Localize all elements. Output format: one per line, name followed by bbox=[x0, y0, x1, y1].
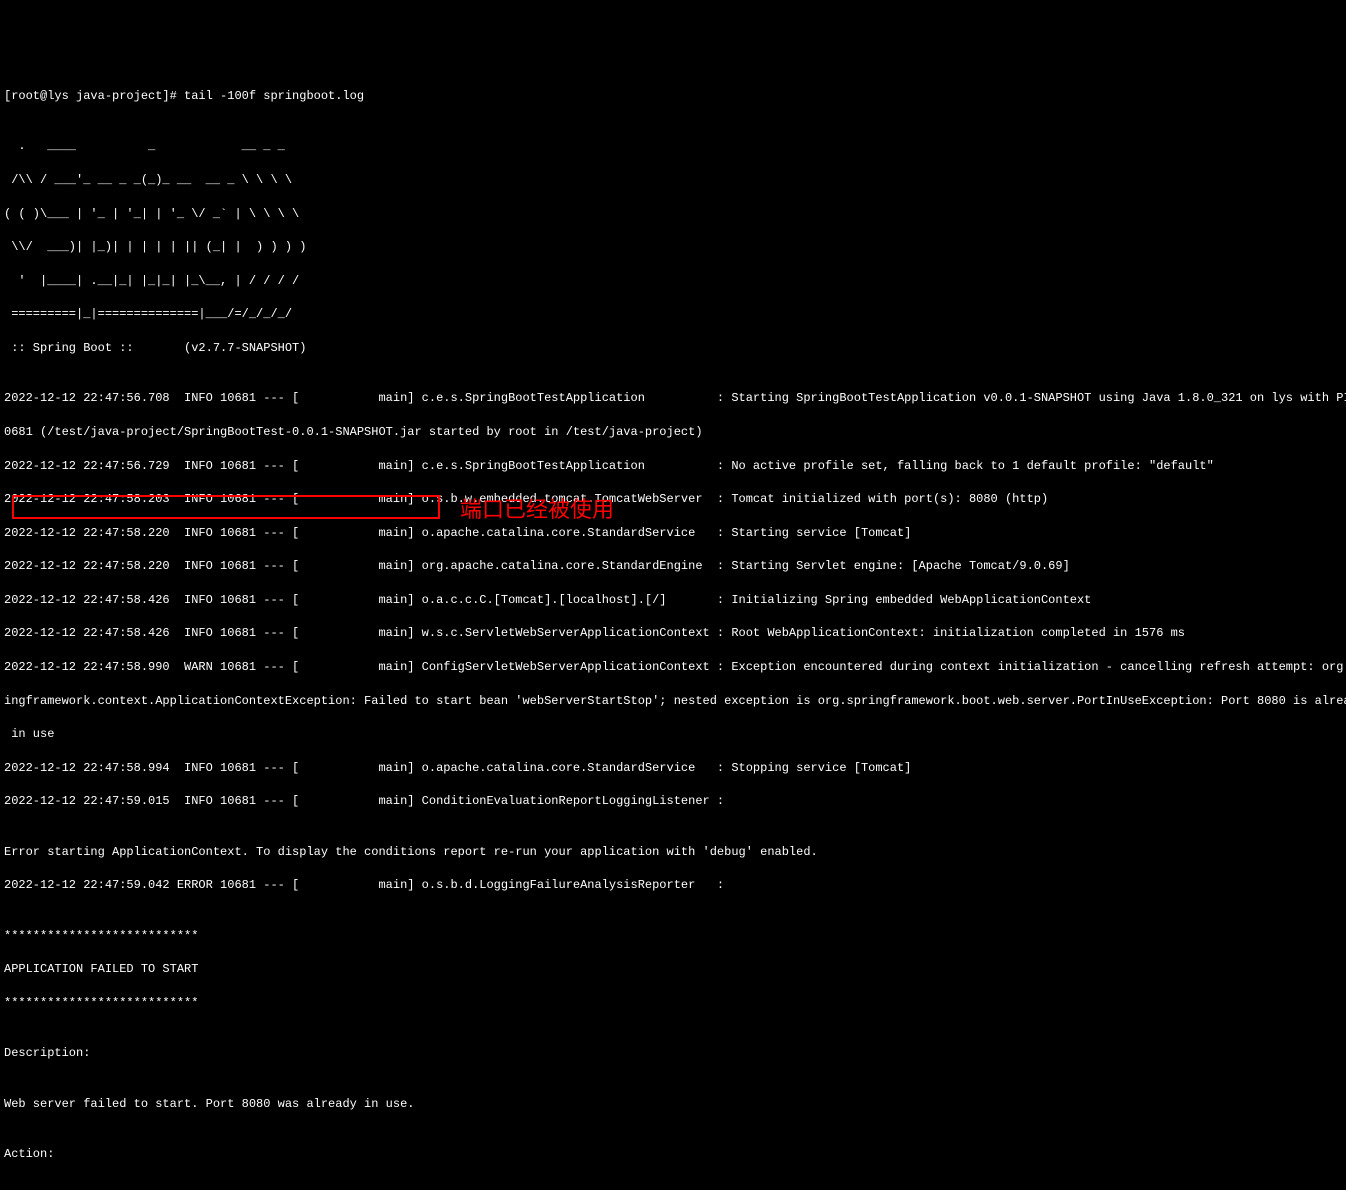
log-line-14: Error starting ApplicationContext. To di… bbox=[4, 844, 1342, 861]
log-line-7: 2022-12-12 22:47:58.426 INFO 10681 --- [… bbox=[4, 625, 1342, 642]
log-line-5: 2022-12-12 22:47:58.220 INFO 10681 --- [… bbox=[4, 558, 1342, 575]
log-line-1: 0681 (/test/java-project/SpringBootTest-… bbox=[4, 424, 1342, 441]
log-line-19: *************************** bbox=[4, 995, 1342, 1012]
log-line-12: 2022-12-12 22:47:59.015 INFO 10681 --- [… bbox=[4, 793, 1342, 810]
annotation-label: 端口已经被使用 bbox=[460, 495, 614, 526]
log-line-17: *************************** bbox=[4, 928, 1342, 945]
log-line-9: ingframework.context.ApplicationContextE… bbox=[4, 693, 1342, 710]
banner-line-3: ( ( )\___ | '_ | '_| | '_ \/ _` | \ \ \ … bbox=[4, 206, 1342, 223]
log-line-2: 2022-12-12 22:47:56.729 INFO 10681 --- [… bbox=[4, 458, 1342, 475]
log-line-8: 2022-12-12 22:47:58.990 WARN 10681 --- [… bbox=[4, 659, 1342, 676]
banner-line-4: \\/ ___)| |_)| | | | | || (_| | ) ) ) ) bbox=[4, 239, 1342, 256]
banner-line-5: ' |____| .__|_| |_|_| |_\__, | / / / / bbox=[4, 273, 1342, 290]
log-line-11: 2022-12-12 22:47:58.994 INFO 10681 --- [… bbox=[4, 760, 1342, 777]
banner-line-7: :: Spring Boot :: (v2.7.7-SNAPSHOT) bbox=[4, 340, 1342, 357]
banner-line-6: =========|_|==============|___/=/_/_/_/ bbox=[4, 306, 1342, 323]
log-line-3: 2022-12-12 22:47:58.203 INFO 10681 --- [… bbox=[4, 491, 1342, 508]
command-prompt: [root@lys java-project]# tail -100f spri… bbox=[4, 88, 1342, 105]
banner-line-1: . ____ _ __ _ _ bbox=[4, 138, 1342, 155]
log-line-21: Description: bbox=[4, 1045, 1342, 1062]
banner-line-2: /\\ / ___'_ __ _ _(_)_ __ __ _ \ \ \ \ bbox=[4, 172, 1342, 189]
log-line-6: 2022-12-12 22:47:58.426 INFO 10681 --- [… bbox=[4, 592, 1342, 609]
log-line-25: Action: bbox=[4, 1146, 1342, 1163]
log-line-23: Web server failed to start. Port 8080 wa… bbox=[4, 1096, 1342, 1113]
log-line-15: 2022-12-12 22:47:59.042 ERROR 10681 --- … bbox=[4, 877, 1342, 894]
log-line-10: in use bbox=[4, 726, 1342, 743]
log-line-0: 2022-12-12 22:47:56.708 INFO 10681 --- [… bbox=[4, 390, 1342, 407]
log-line-18: APPLICATION FAILED TO START bbox=[4, 961, 1342, 978]
log-line-4: 2022-12-12 22:47:58.220 INFO 10681 --- [… bbox=[4, 525, 1342, 542]
terminal-output: [root@lys java-project]# tail -100f spri… bbox=[4, 71, 1342, 1190]
